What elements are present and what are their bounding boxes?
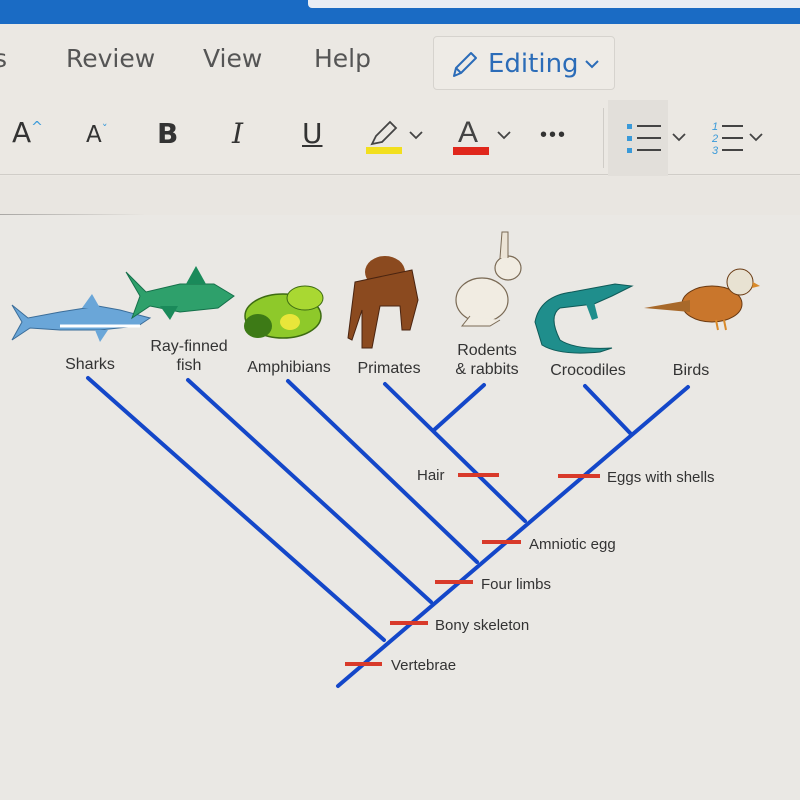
branch-rodents-rabbits <box>432 383 486 432</box>
taxon-label: Primates <box>357 360 420 377</box>
trait-label: Vertebrae <box>391 657 456 674</box>
trait-label: Four limbs <box>481 576 551 593</box>
taxon-label: Sharks <box>65 356 115 373</box>
primate-icon <box>347 256 419 349</box>
tuna-icon <box>125 266 235 320</box>
taxon-label: Rodents <box>457 342 517 359</box>
main-trunk <box>336 385 690 688</box>
trait-labels: Vertebrae Bony skeleton Four limbs Amniotic… <box>391 467 715 674</box>
branch-crocodiles <box>583 384 633 436</box>
taxon-label: Amphibians <box>247 359 331 376</box>
crocodile-icon <box>534 283 634 354</box>
branches <box>86 376 690 688</box>
cladogram: Sharks Ray-finned fish Amphibians Primates Ro… <box>11 231 760 688</box>
taxon-labels: Sharks Ray-finned fish Amphibians Primates Ro… <box>65 338 709 379</box>
trait-label: Hair <box>417 467 445 484</box>
frog-icon <box>244 285 324 339</box>
taxon-label: Birds <box>673 362 709 379</box>
branch-primates <box>383 382 527 523</box>
branch-sharks <box>86 376 386 642</box>
taxon-label: & rabbits <box>455 361 518 378</box>
branch-ray-finned-fish <box>186 378 433 604</box>
trait-label: Eggs with shells <box>607 469 715 486</box>
shark-icon <box>11 294 152 342</box>
taxon-label: Ray-finned <box>150 338 227 355</box>
trait-label: Amniotic egg <box>529 536 616 553</box>
rabbit-icon <box>455 231 522 327</box>
taxon-label: Crocodiles <box>550 362 626 379</box>
trait-label: Bony skeleton <box>435 617 529 634</box>
branch-amphibians <box>286 379 479 564</box>
sparrow-icon <box>644 268 760 331</box>
taxon-label: fish <box>177 357 202 374</box>
